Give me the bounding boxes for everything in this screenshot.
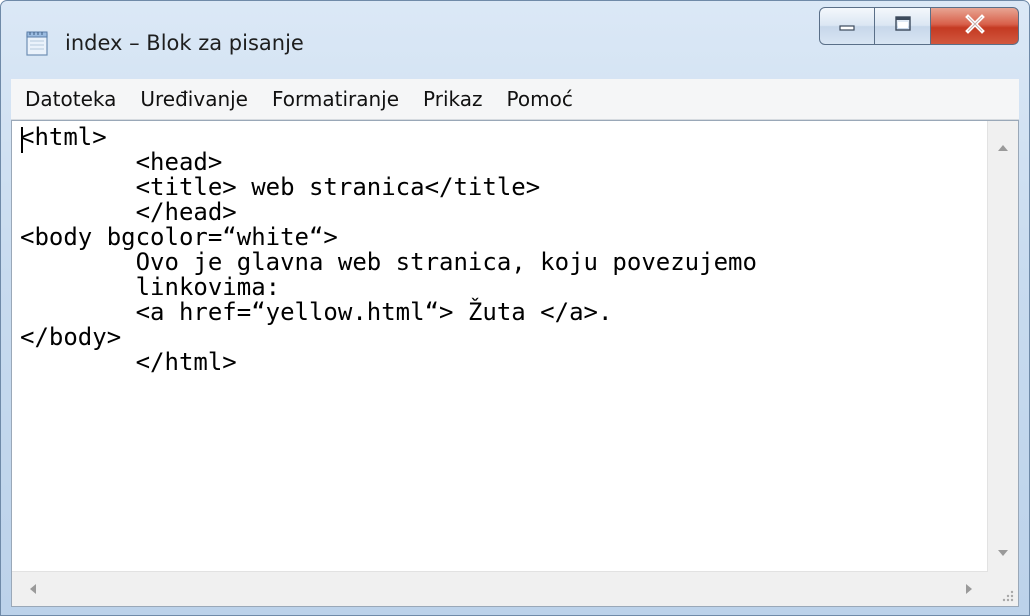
- close-icon: [964, 14, 986, 38]
- text-area[interactable]: <html> <head> <title> web stranica</titl…: [12, 121, 988, 572]
- menu-datoteka[interactable]: Datoteka: [11, 87, 128, 111]
- scroll-down-icon[interactable]: [998, 550, 1008, 556]
- menu-prikaz[interactable]: Prikaz: [411, 87, 494, 111]
- menu-formatiranje[interactable]: Formatiranje: [260, 87, 411, 111]
- title-bar[interactable]: index – Blok za pisanje: [1, 1, 1029, 77]
- close-button[interactable]: [931, 7, 1019, 45]
- menu-uredivanje[interactable]: Uređivanje: [128, 87, 260, 111]
- notepad-icon[interactable]: [23, 29, 51, 57]
- maximize-icon: [893, 15, 913, 37]
- maximize-button[interactable]: [875, 7, 931, 45]
- notepad-window: index – Blok za pisanje Datoteka Uređiva…: [0, 0, 1030, 616]
- horizontal-scrollbar[interactable]: [12, 571, 988, 606]
- minimize-icon: [837, 17, 857, 36]
- scroll-right-icon[interactable]: [966, 584, 972, 594]
- resize-grip-icon: [988, 590, 1018, 610]
- caption-buttons: [819, 7, 1019, 45]
- editor-text[interactable]: <html> <head> <title> web stranica</titl…: [12, 121, 988, 375]
- text-caret: [21, 127, 23, 153]
- window-title: index – Blok za pisanje: [65, 31, 304, 55]
- vertical-scrollbar[interactable]: [987, 121, 1018, 572]
- scroll-left-icon[interactable]: [30, 584, 36, 594]
- resize-grip[interactable]: [988, 572, 1018, 606]
- scroll-up-icon[interactable]: [998, 145, 1008, 151]
- menu-bar: Datoteka Uređivanje Formatiranje Prikaz …: [11, 79, 1019, 120]
- minimize-button[interactable]: [819, 7, 875, 45]
- editor-area: <html> <head> <title> web stranica</titl…: [11, 120, 1019, 607]
- menu-pomoc[interactable]: Pomoć: [495, 87, 585, 111]
